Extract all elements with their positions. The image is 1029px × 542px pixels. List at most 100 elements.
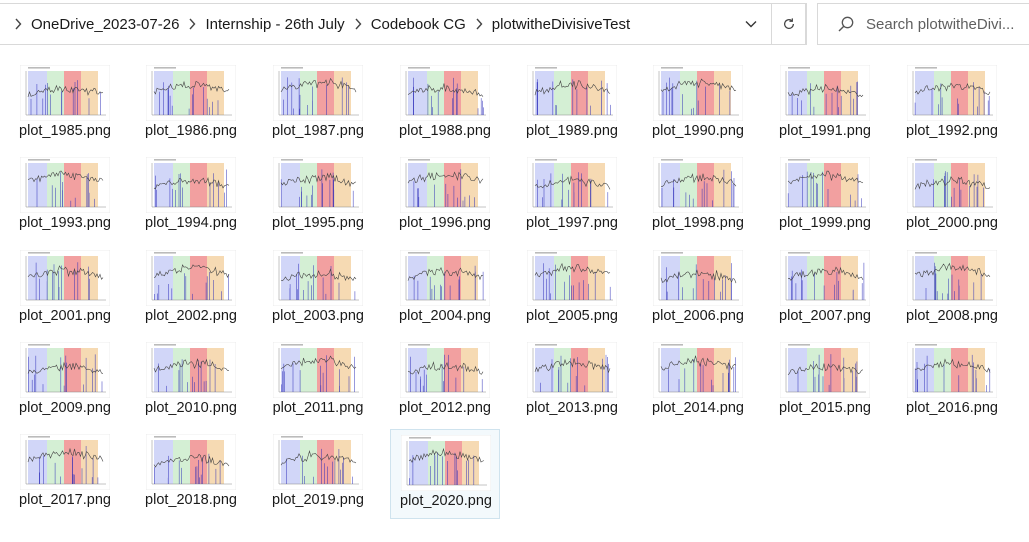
address-bar[interactable]: OneDrive_2023-07-26 Internship - 26th Ju…: [0, 3, 806, 45]
thumbnail-image: [146, 342, 236, 398]
file-item[interactable]: plot_1988.png: [390, 60, 500, 150]
file-name: plot_2000.png: [906, 215, 998, 231]
file-item[interactable]: plot_2003.png: [263, 245, 373, 335]
thumbnail-image: [780, 65, 870, 121]
breadcrumb: OneDrive_2023-07-26 Internship - 26th Ju…: [0, 4, 631, 44]
thumbnail-image: [907, 65, 997, 121]
file-item[interactable]: plot_2020.png: [390, 429, 500, 519]
thumbnail-image: [273, 434, 363, 490]
file-item[interactable]: plot_2001.png: [10, 245, 120, 335]
breadcrumb-item-current[interactable]: plotwitheDivisiveTest: [491, 16, 631, 33]
file-item[interactable]: plot_2008.png: [897, 245, 1007, 335]
search-box[interactable]: [817, 3, 1029, 45]
thumbnail-image: [780, 157, 870, 213]
breadcrumb-item[interactable]: Internship - 26th July: [204, 16, 345, 33]
breadcrumb-item[interactable]: OneDrive_2023-07-26: [30, 16, 180, 33]
file-item[interactable]: plot_1993.png: [10, 152, 120, 242]
thumbnail-image: [907, 157, 997, 213]
refresh-button[interactable]: [771, 3, 807, 45]
file-name: plot_1993.png: [19, 215, 111, 231]
file-item[interactable]: plot_2018.png: [136, 429, 246, 519]
thumbnail-image: [146, 65, 236, 121]
file-item[interactable]: plot_2017.png: [10, 429, 120, 519]
file-item[interactable]: plot_1985.png: [10, 60, 120, 150]
file-name: plot_2010.png: [145, 400, 237, 416]
thumbnail-image: [20, 342, 110, 398]
file-name: plot_1987.png: [272, 123, 364, 139]
file-name: plot_1992.png: [906, 123, 998, 139]
file-item[interactable]: plot_1996.png: [390, 152, 500, 242]
breadcrumb-item[interactable]: Codebook CG: [370, 16, 467, 33]
file-item[interactable]: plot_1990.png: [643, 60, 753, 150]
file-name: plot_2005.png: [526, 308, 618, 324]
file-name: plot_2015.png: [779, 400, 871, 416]
file-name: plot_1991.png: [779, 123, 871, 139]
thumbnail-image: [907, 250, 997, 306]
file-item[interactable]: plot_1987.png: [263, 60, 373, 150]
file-item[interactable]: plot_1986.png: [136, 60, 246, 150]
file-item[interactable]: plot_1995.png: [263, 152, 373, 242]
thumbnail-image: [780, 342, 870, 398]
thumbnail-image: [20, 250, 110, 306]
file-item[interactable]: plot_2010.png: [136, 337, 246, 427]
file-item[interactable]: plot_1991.png: [770, 60, 880, 150]
file-name: plot_2009.png: [19, 400, 111, 416]
file-item[interactable]: plot_2011.png: [263, 337, 373, 427]
file-name: plot_2013.png: [526, 400, 618, 416]
file-name: plot_2014.png: [652, 400, 744, 416]
thumbnail-image: [527, 157, 617, 213]
file-name: plot_2011.png: [272, 400, 364, 416]
file-item[interactable]: plot_2012.png: [390, 337, 500, 427]
file-item[interactable]: plot_1998.png: [643, 152, 753, 242]
file-name: plot_2004.png: [399, 308, 491, 324]
file-name: plot_2008.png: [906, 308, 998, 324]
thumbnail-image: [400, 342, 490, 398]
file-item[interactable]: plot_2007.png: [770, 245, 880, 335]
thumbnail-image: [780, 250, 870, 306]
file-name: plot_2006.png: [652, 308, 744, 324]
thumbnail-image: [907, 342, 997, 398]
file-item[interactable]: plot_2015.png: [770, 337, 880, 427]
file-item[interactable]: plot_2009.png: [10, 337, 120, 427]
file-item[interactable]: plot_1989.png: [517, 60, 627, 150]
chevron-right-icon[interactable]: [6, 18, 30, 30]
thumbnail-image: [400, 157, 490, 213]
thumbnail-image: [527, 65, 617, 121]
file-item[interactable]: plot_2004.png: [390, 245, 500, 335]
file-item[interactable]: plot_1999.png: [770, 152, 880, 242]
thumbnail-image: [273, 250, 363, 306]
thumbnail-image: [146, 250, 236, 306]
file-item[interactable]: plot_2019.png: [263, 429, 373, 519]
thumbnail-image: [527, 250, 617, 306]
file-name: plot_2007.png: [779, 308, 871, 324]
file-name: plot_2012.png: [399, 400, 491, 416]
file-name: plot_2001.png: [19, 308, 111, 324]
file-item[interactable]: plot_2002.png: [136, 245, 246, 335]
file-name: plot_1995.png: [272, 215, 364, 231]
file-name: plot_1998.png: [652, 215, 744, 231]
file-item[interactable]: plot_2006.png: [643, 245, 753, 335]
thumbnail-image: [20, 434, 110, 490]
thumbnail-image: [400, 65, 490, 121]
file-item[interactable]: plot_1997.png: [517, 152, 627, 242]
chevron-right-icon[interactable]: [180, 18, 204, 30]
file-name: plot_2018.png: [145, 492, 237, 508]
file-item[interactable]: plot_1994.png: [136, 152, 246, 242]
search-input[interactable]: [866, 15, 1029, 33]
file-item[interactable]: plot_2016.png: [897, 337, 1007, 427]
file-item[interactable]: plot_2014.png: [643, 337, 753, 427]
thumbnail-image: [273, 342, 363, 398]
thumbnail-image: [273, 157, 363, 213]
file-name: plot_1988.png: [399, 123, 491, 139]
chevron-right-icon[interactable]: [467, 18, 491, 30]
file-item[interactable]: plot_1992.png: [897, 60, 1007, 150]
file-name: plot_1994.png: [145, 215, 237, 231]
thumbnail-image: [400, 250, 490, 306]
file-item[interactable]: plot_2005.png: [517, 245, 627, 335]
file-item[interactable]: plot_2000.png: [897, 152, 1007, 242]
thumbnail-image: [653, 342, 743, 398]
file-item[interactable]: plot_2013.png: [517, 337, 627, 427]
chevron-down-icon[interactable]: [737, 4, 765, 44]
chevron-right-icon[interactable]: [346, 18, 370, 30]
thumbnail-image: [401, 435, 491, 491]
